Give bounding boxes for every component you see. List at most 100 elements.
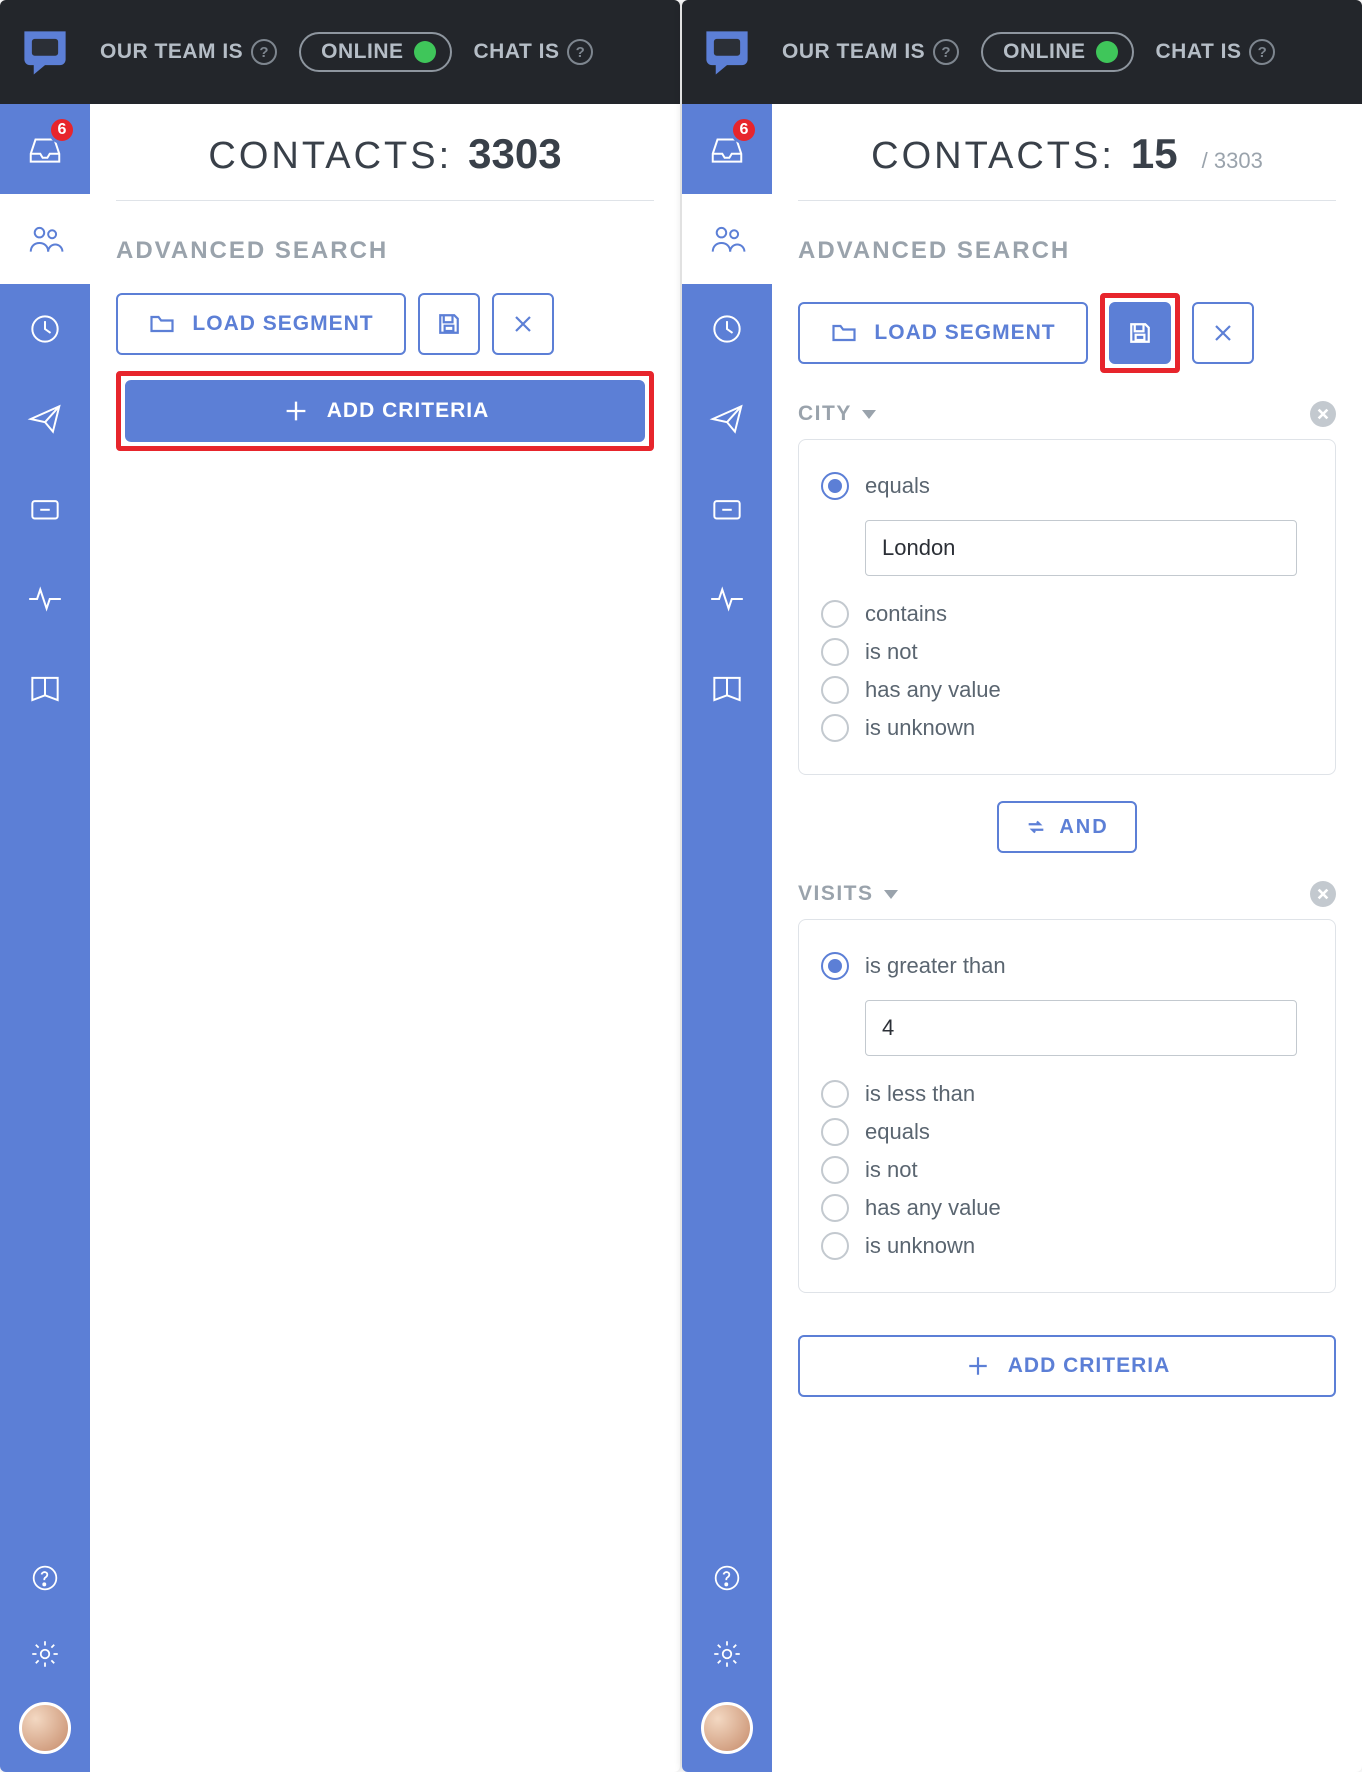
criterion-label-text: CITY — [798, 402, 852, 426]
sidebar-item-docs[interactable] — [682, 644, 772, 734]
sidebar-item-activity[interactable] — [682, 554, 772, 644]
avatar[interactable] — [19, 1702, 71, 1754]
team-status-label: OUR TEAM IS — [100, 40, 243, 64]
sidebar-item-send[interactable] — [682, 374, 772, 464]
folder-icon — [148, 310, 176, 338]
radio-contains[interactable] — [821, 600, 849, 628]
sidebar-item-settings[interactable] — [0, 1616, 90, 1692]
sidebar-item-inbox[interactable]: 6 — [682, 104, 772, 194]
save-segment-button[interactable] — [1109, 302, 1171, 364]
radio-is-not-2[interactable] — [821, 1156, 849, 1184]
chevron-down-icon — [862, 410, 876, 419]
load-segment-button[interactable]: LOAD SEGMENT — [116, 293, 406, 355]
clear-segment-button[interactable] — [1192, 302, 1254, 364]
load-segment-label: LOAD SEGMENT — [192, 312, 373, 336]
help-icon[interactable]: ? — [567, 39, 593, 65]
section-title: ADVANCED SEARCH — [798, 237, 1336, 265]
criterion-visits-input[interactable] — [865, 1000, 1297, 1056]
app-logo-icon — [14, 21, 76, 83]
online-dot-icon — [1096, 41, 1118, 63]
radio-label: has any value — [865, 677, 1001, 703]
radio-label: is not — [865, 1157, 918, 1183]
add-criteria-label: ADD CRITERIA — [1008, 1354, 1171, 1378]
radio-label: is unknown — [865, 1233, 975, 1259]
contacts-count: 3303 — [468, 130, 561, 178]
add-criteria-label: ADD CRITERIA — [327, 399, 490, 423]
criterion-city-label[interactable]: CITY — [798, 401, 1336, 427]
online-dot-icon — [414, 41, 436, 63]
swap-icon — [1025, 816, 1047, 838]
panel-before: OUR TEAM IS ? ONLINE CHAT IS ? 6 — [0, 0, 680, 1772]
sidebar-item-help[interactable] — [682, 1540, 772, 1616]
sidebar: 6 — [682, 104, 772, 1772]
criterion-label-text: VISITS — [798, 882, 874, 906]
sidebar-item-contacts[interactable] — [0, 194, 90, 284]
radio-is-not[interactable] — [821, 638, 849, 666]
radio-label: is unknown — [865, 715, 975, 741]
help-icon[interactable]: ? — [933, 39, 959, 65]
sidebar-item-contacts[interactable] — [682, 194, 772, 284]
radio-has-any-value-2[interactable] — [821, 1194, 849, 1222]
sidebar-item-settings[interactable] — [682, 1616, 772, 1692]
panel-after: OUR TEAM IS ? ONLINE CHAT IS ? 6 — [682, 0, 1362, 1772]
load-segment-button[interactable]: LOAD SEGMENT — [798, 302, 1088, 364]
sidebar-item-archive[interactable] — [682, 464, 772, 554]
highlight-save — [1100, 293, 1180, 373]
app-logo-icon — [696, 21, 758, 83]
sidebar-item-help[interactable] — [0, 1540, 90, 1616]
save-icon — [1126, 319, 1154, 347]
sidebar-item-history[interactable] — [0, 284, 90, 374]
radio-is-unknown-2[interactable] — [821, 1232, 849, 1260]
avatar[interactable] — [701, 1702, 753, 1754]
help-icon[interactable]: ? — [251, 39, 277, 65]
online-toggle[interactable]: ONLINE — [299, 32, 451, 72]
radio-is-unknown[interactable] — [821, 714, 849, 742]
add-criteria-button[interactable]: ADD CRITERIA — [125, 380, 645, 442]
sidebar: 6 — [0, 104, 90, 1772]
load-segment-label: LOAD SEGMENT — [874, 321, 1055, 345]
criterion-visits-label[interactable]: VISITS — [798, 881, 1336, 907]
save-segment-button[interactable] — [418, 293, 480, 355]
sidebar-item-history[interactable] — [682, 284, 772, 374]
radio-label: has any value — [865, 1195, 1001, 1221]
plus-icon — [281, 396, 311, 426]
online-toggle[interactable]: ONLINE — [981, 32, 1133, 72]
remove-criterion-button[interactable] — [1310, 881, 1336, 907]
and-operator-button[interactable]: AND — [997, 801, 1136, 853]
sidebar-item-activity[interactable] — [0, 554, 90, 644]
folder-icon — [830, 319, 858, 347]
contacts-header: CONTACTS: 3303 — [116, 104, 654, 201]
clear-segment-button[interactable] — [492, 293, 554, 355]
radio-greater-than[interactable] — [821, 952, 849, 980]
criterion-city-box: equals contains is not has any value is … — [798, 439, 1336, 775]
chat-status-label: CHAT IS — [1156, 40, 1242, 64]
add-criteria-button[interactable]: ADD CRITERIA — [798, 1335, 1336, 1397]
close-icon — [1209, 319, 1237, 347]
section-title: ADVANCED SEARCH — [116, 237, 654, 265]
radio-has-any-value[interactable] — [821, 676, 849, 704]
chevron-down-icon — [884, 890, 898, 899]
contacts-label: CONTACTS: — [208, 135, 452, 178]
and-label: AND — [1059, 816, 1108, 839]
help-icon[interactable]: ? — [1249, 39, 1275, 65]
topbar: OUR TEAM IS ? ONLINE CHAT IS ? — [0, 0, 680, 104]
inbox-badge: 6 — [48, 116, 76, 144]
online-label: ONLINE — [321, 40, 403, 64]
remove-criterion-button[interactable] — [1310, 401, 1336, 427]
radio-label: equals — [865, 1119, 930, 1145]
sidebar-item-inbox[interactable]: 6 — [0, 104, 90, 194]
radio-label: contains — [865, 601, 947, 627]
online-label: ONLINE — [1003, 40, 1085, 64]
chat-status-label: CHAT IS — [474, 40, 560, 64]
contacts-total: / 3303 — [1202, 148, 1263, 174]
radio-less-than[interactable] — [821, 1080, 849, 1108]
sidebar-item-archive[interactable] — [0, 464, 90, 554]
radio-equals[interactable] — [821, 472, 849, 500]
radio-label: is less than — [865, 1081, 975, 1107]
team-status-label: OUR TEAM IS — [782, 40, 925, 64]
criterion-city-input[interactable] — [865, 520, 1297, 576]
sidebar-item-send[interactable] — [0, 374, 90, 464]
radio-label: equals — [865, 473, 930, 499]
sidebar-item-docs[interactable] — [0, 644, 90, 734]
radio-equals-2[interactable] — [821, 1118, 849, 1146]
